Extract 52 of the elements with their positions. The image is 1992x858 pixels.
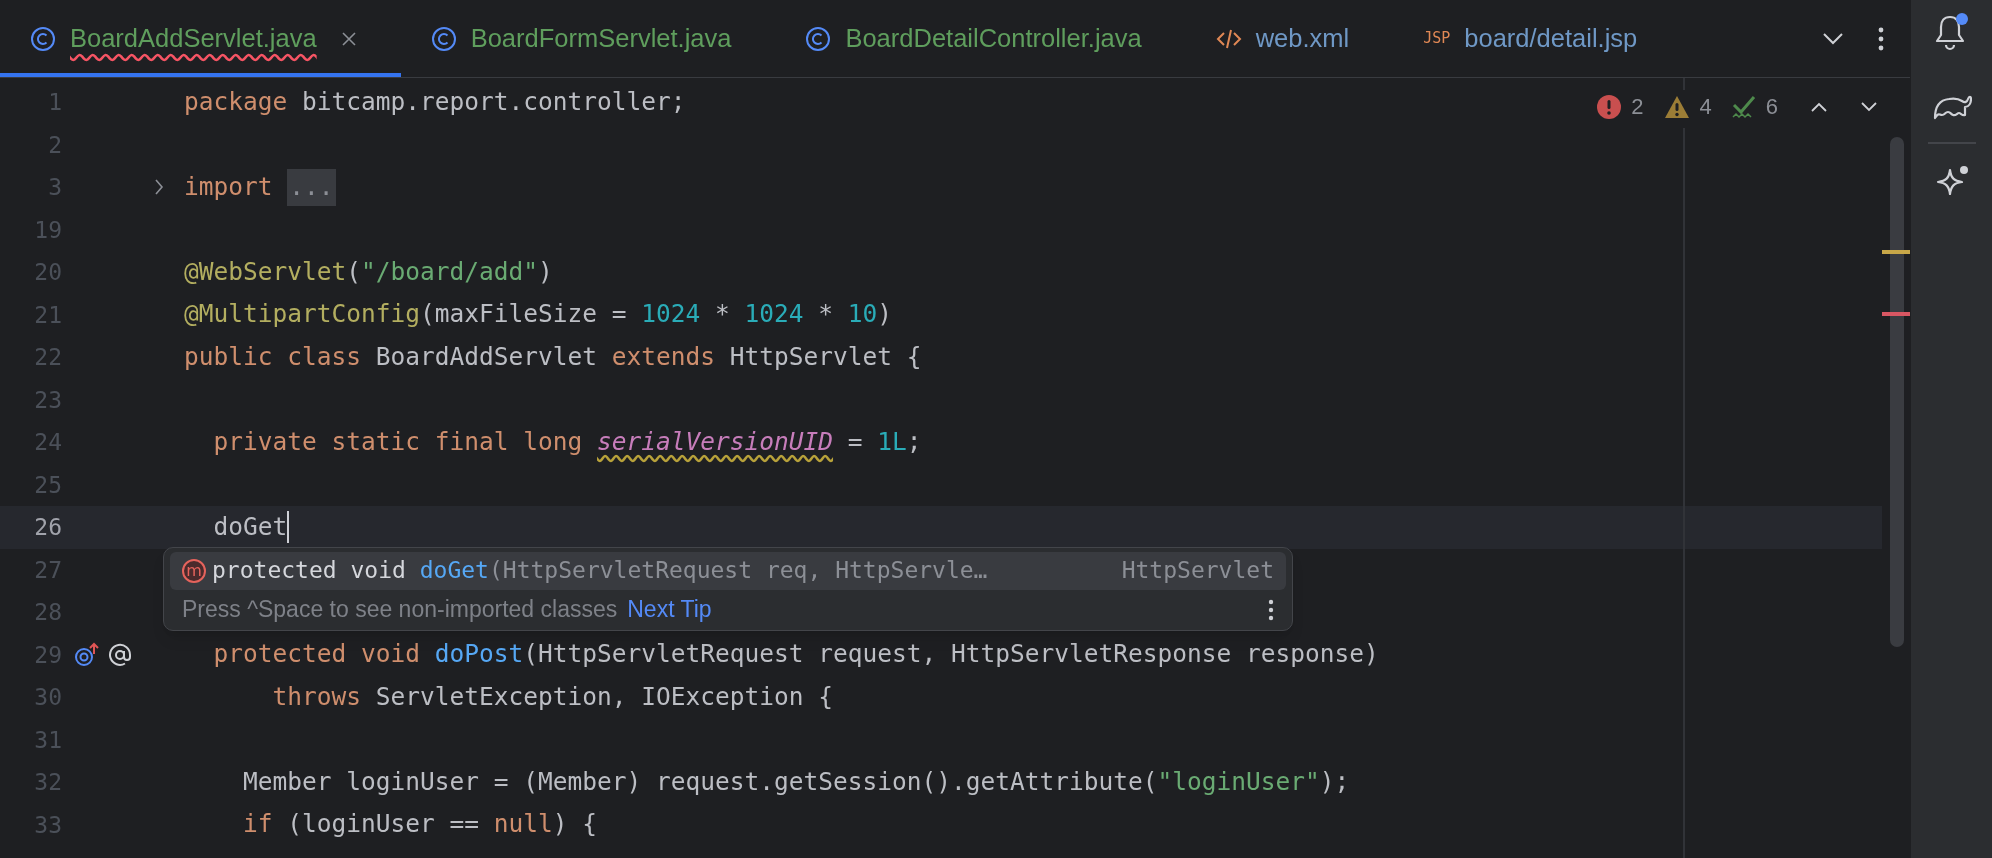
tab-label: board/detail.jsp: [1464, 23, 1638, 55]
code-line: private static final long serialVersionUID = 1L;: [212, 425, 922, 458]
chevron-down-icon[interactable]: [1860, 100, 1878, 113]
scrollbar[interactable]: [1890, 137, 1904, 647]
error-marker: [1882, 312, 1910, 316]
code-line: public class BoardAddServlet extends HttpServlet {: [184, 340, 922, 373]
code-line: doGet: [212, 510, 288, 543]
tab-label: BoardDetailController.java: [845, 23, 1142, 55]
annotation-icon[interactable]: [108, 642, 132, 667]
next-tip-link[interactable]: Next Tip: [627, 592, 712, 627]
code-line: @WebServlet("/board/add"): [184, 255, 553, 288]
tab-label: BoardFormServlet.java: [470, 23, 732, 55]
completion-type: HttpServlet: [1121, 556, 1274, 586]
editor-tab[interactable]: BoardFormServlet.java: [400, 0, 776, 77]
notification-bell-icon[interactable]: [1933, 12, 1970, 52]
override-icon[interactable]: [74, 641, 100, 668]
warning-count: 4: [1699, 93, 1712, 121]
weak-warning-count: 6: [1765, 93, 1778, 121]
editor-tab[interactable]: BoardAddServlet.java: [0, 0, 401, 77]
error-icon[interactable]: [1597, 94, 1622, 119]
tab-label: BoardAddServlet.java: [70, 23, 317, 55]
chevron-down-icon[interactable]: [1822, 31, 1844, 46]
chevron-up-icon[interactable]: [1810, 100, 1828, 113]
error-count: 2: [1631, 93, 1644, 121]
jsp-icon: JSP: [1423, 31, 1451, 46]
tab-label: web.xml: [1255, 23, 1350, 55]
completion-item[interactable]: m protected void doGet(HttpServletRequest req, HttpServle… HttpServlet: [170, 551, 1286, 590]
code-line: package bitcamp.report.controller;: [184, 85, 686, 118]
completion-signature: protected void doGet(HttpServletRequest req, HttpServle…: [212, 556, 988, 586]
code-line: import ...: [184, 168, 336, 206]
warning-icon[interactable]: [1663, 94, 1690, 119]
code-line: protected void doPost(HttpServletRequest request, HttpServletResponse response): [212, 638, 1379, 671]
code-line: throws ServletException, IOException {: [271, 680, 834, 713]
editor-tab[interactable]: web.xml: [1185, 0, 1394, 77]
class-icon: [805, 25, 832, 52]
code-line: @MultipartConfig(maxFileSize = 1024 * 1024 * 10): [184, 298, 893, 331]
fold-chevron-icon[interactable]: [154, 178, 164, 197]
class-icon: [30, 25, 56, 52]
line-number: 26: [33, 513, 62, 542]
more-icon[interactable]: [1878, 26, 1884, 51]
editor-tab[interactable]: JSP board/detail.jsp: [1393, 0, 1682, 77]
check-icon[interactable]: [1731, 93, 1756, 120]
close-icon[interactable]: [340, 30, 357, 47]
method-icon: m: [182, 558, 206, 583]
class-icon: [430, 25, 457, 52]
editor-tab[interactable]: BoardDetailController.java: [775, 0, 1186, 77]
hint-text: Press ^Space to see non-imported classes: [182, 595, 618, 625]
more-icon[interactable]: [1268, 598, 1274, 621]
text-caret: [287, 511, 290, 544]
code-line: Member loginUser = (Member) request.getSession().getAttribute("loginUser");: [242, 765, 1350, 798]
code-line: if (loginUser == null) {: [242, 808, 598, 841]
warning-marker: [1882, 250, 1910, 254]
